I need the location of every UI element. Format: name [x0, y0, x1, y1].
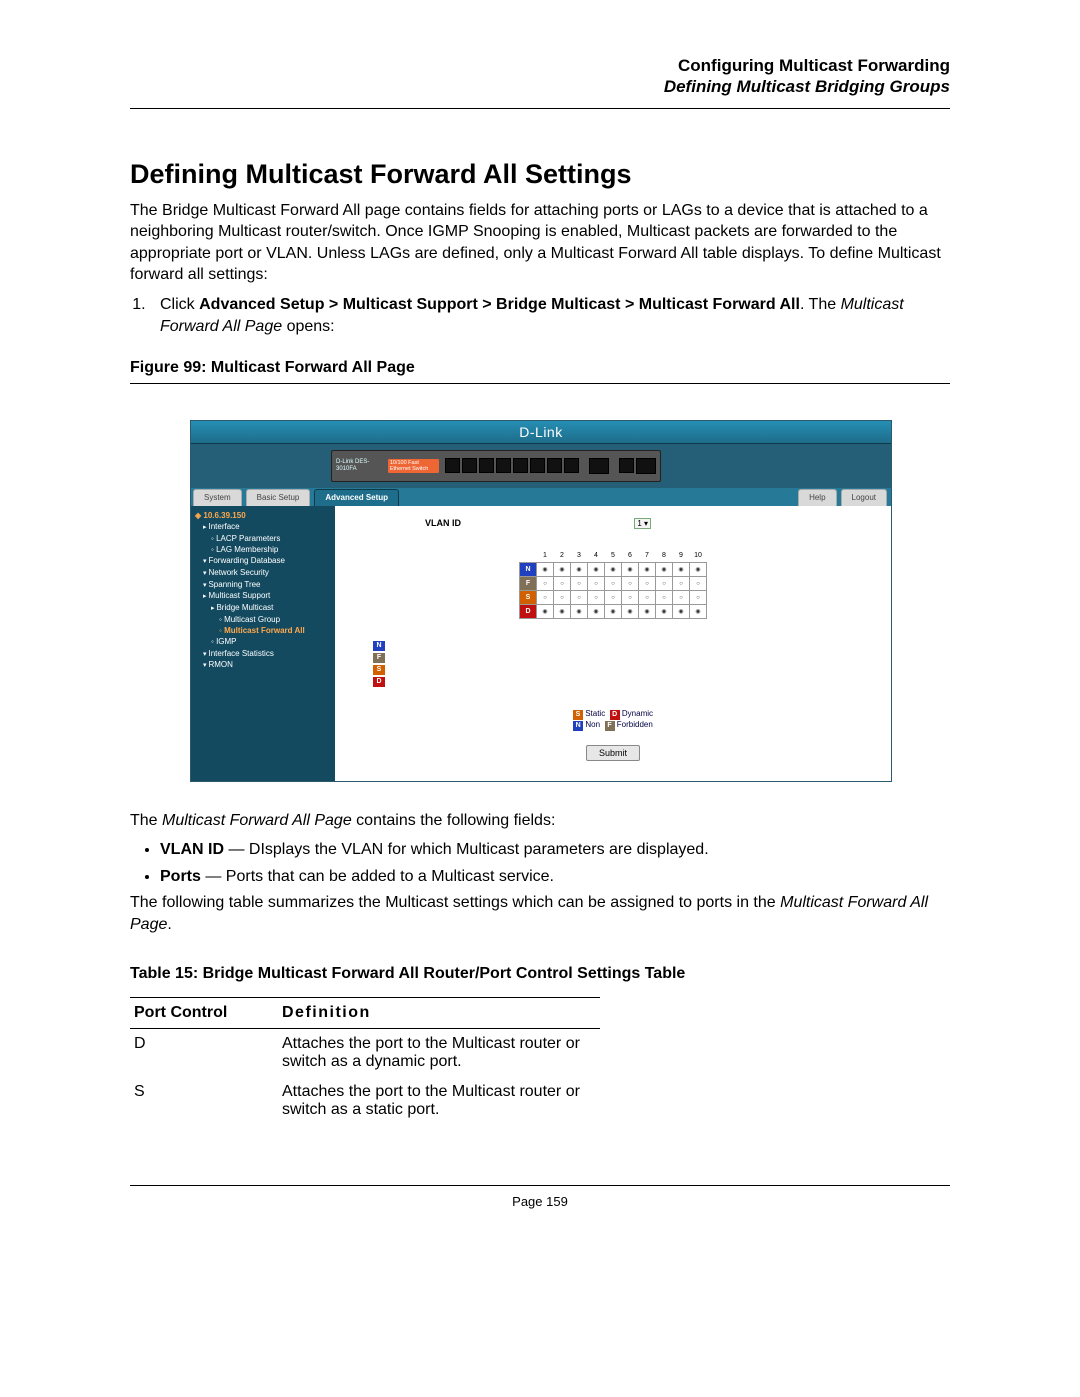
settings-panel: VLAN ID 1 ▾ 12345678910 N F S D [335, 506, 891, 782]
definition-table: Port Control Definition DAttaches the po… [130, 997, 600, 1125]
field-ports: Ports — Ports that can be added to a Mul… [160, 866, 950, 888]
submit-button[interactable]: Submit [586, 745, 640, 761]
sidebar-item-multicast-support[interactable]: Multicast Support [195, 590, 335, 602]
device-switch: D-Link DES-3010FA 10/100 Fast Ethernet S… [331, 450, 661, 482]
row-d-label: D [520, 604, 537, 618]
page-number: Page 159 [130, 1194, 950, 1209]
tab-system[interactable]: System [193, 489, 242, 506]
row-f-label: F [520, 576, 537, 590]
row-legend: N F S D [373, 639, 386, 687]
sidebar-item-bridge-multicast[interactable]: Bridge Multicast [195, 602, 335, 614]
step-list: Click Advanced Setup > Multicast Support… [150, 294, 950, 339]
header-rule [130, 108, 950, 109]
sidebar-item-multicast-group[interactable]: ◦ Multicast Group [195, 614, 335, 625]
sidebar-item-multicast-forward-all[interactable]: ◦ Multicast Forward All [195, 625, 335, 636]
figure-rule [130, 383, 950, 384]
header-title: Configuring Multicast Forwarding [130, 55, 950, 76]
sidebar-item-if-stats[interactable]: Interface Statistics [195, 648, 335, 660]
sidebar-item-lacp[interactable]: ◦ LACP Parameters [195, 533, 335, 544]
step-1: Click Advanced Setup > Multicast Support… [150, 294, 950, 339]
fields-list: VLAN ID — DIsplays the VLAN for which Mu… [160, 839, 950, 888]
sidebar-item-rmon[interactable]: RMON [195, 659, 335, 671]
device-image-bar: D-Link DES-3010FA 10/100 Fast Ethernet S… [191, 444, 891, 488]
table-row: SAttaches the port to the Multicast rout… [130, 1077, 600, 1125]
figure-screenshot: D-Link D-Link DES-3010FA 10/100 Fast Eth… [190, 420, 890, 782]
intro-paragraph: The Bridge Multicast Forward All page co… [130, 200, 950, 286]
footer-rule [130, 1185, 950, 1186]
legend-key: S Static D Dynamic N Non F Forbidden [573, 709, 653, 731]
page-header: Configuring Multicast Forwarding Definin… [130, 55, 950, 98]
th-port-control: Port Control [130, 998, 278, 1028]
tab-bar: System Basic Setup Advanced Setup Help L… [191, 488, 891, 506]
table-caption: Table 15: Bridge Multicast Forward All R… [130, 965, 950, 983]
radio-n-1[interactable] [537, 562, 554, 576]
field-vlan-id: VLAN ID — DIsplays the VLAN for which Mu… [160, 839, 950, 861]
sidebar-item-igmp[interactable]: ◦ IGMP [195, 636, 335, 647]
sidebar-item-interface[interactable]: Interface [195, 521, 335, 533]
row-n-label: N [520, 562, 537, 576]
sidebar-item-net-sec[interactable]: Network Security [195, 567, 335, 579]
header-subtitle: Defining Multicast Bridging Groups [130, 76, 950, 97]
fields-intro: The Multicast Forward All Page contains … [130, 810, 950, 832]
sidebar-ip: ◈ 10.6.39.150 [195, 510, 335, 521]
port-grid: 12345678910 N F S D [519, 549, 707, 619]
section-heading: Defining Multicast Forward All Settings [130, 159, 950, 190]
vlan-id-select[interactable]: 1 ▾ [634, 518, 651, 529]
table-row: DAttaches the port to the Multicast rout… [130, 1029, 600, 1077]
tab-basic-setup[interactable]: Basic Setup [246, 489, 311, 506]
sidebar-item-spanning[interactable]: Spanning Tree [195, 579, 335, 591]
sidebar-item-fwd-db[interactable]: Forwarding Database [195, 555, 335, 567]
nav-sidebar: ◈ 10.6.39.150 Interface ◦ LACP Parameter… [191, 506, 335, 782]
brand-logo: D-Link [191, 421, 891, 444]
device-ports [445, 458, 656, 474]
tab-advanced-setup[interactable]: Advanced Setup [314, 489, 399, 506]
tab-help[interactable]: Help [798, 489, 836, 506]
vlan-id-label: VLAN ID [425, 518, 461, 528]
th-definition: Definition [278, 998, 600, 1028]
row-s-label: S [520, 590, 537, 604]
figure-caption: Figure 99: Multicast Forward All Page [130, 359, 950, 377]
tab-logout[interactable]: Logout [841, 489, 887, 506]
sidebar-item-lag[interactable]: ◦ LAG Membership [195, 544, 335, 555]
table-intro: The following table summarizes the Multi… [130, 892, 950, 935]
